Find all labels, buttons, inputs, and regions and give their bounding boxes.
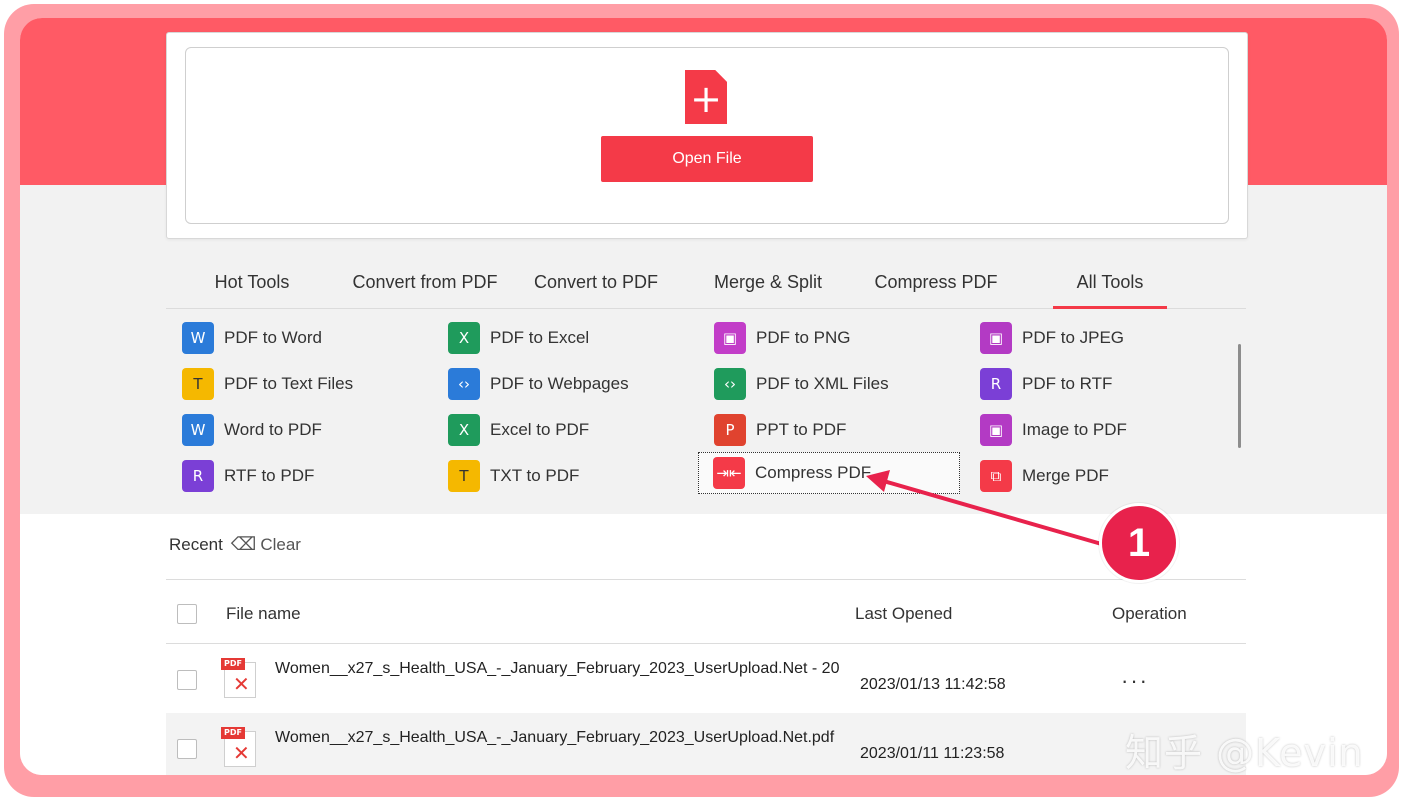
tool-txt-to-pdf[interactable]: T TXT to PDF: [448, 456, 579, 496]
select-all-checkbox[interactable]: [177, 604, 197, 624]
drop-zone[interactable]: + Open File: [185, 47, 1229, 224]
tools-scrollbar[interactable]: [1238, 344, 1241, 448]
tool-label: PDF to PNG: [756, 328, 851, 347]
clear-label: Clear: [260, 534, 301, 554]
png-icon: ▣: [714, 322, 746, 354]
tool-pdf-to-rtf[interactable]: R PDF to RTF: [980, 364, 1112, 404]
ppt-icon: P: [714, 414, 746, 446]
jpeg-icon: ▣: [980, 322, 1012, 354]
recent-label: Recent: [169, 534, 223, 554]
text-icon: T: [448, 460, 480, 492]
tool-label: PDF to JPEG: [1022, 328, 1125, 347]
open-file-button[interactable]: Open File: [601, 136, 813, 182]
tool-label: Merge PDF: [1022, 466, 1109, 485]
word-icon: W: [182, 414, 214, 446]
tool-word-to-pdf[interactable]: W Word to PDF: [182, 410, 322, 450]
tool-label: Image to PDF: [1022, 420, 1127, 439]
divider: [166, 643, 1246, 644]
pdf-file-icon: PDF ✕: [221, 727, 256, 767]
tool-compress-pdf[interactable]: ⇥⇤ Compress PDF: [698, 452, 960, 494]
tab-compress-pdf[interactable]: Compress PDF: [866, 256, 1006, 308]
tool-label: Compress PDF: [755, 463, 872, 482]
tool-merge-pdf[interactable]: ⧉ Merge PDF: [980, 456, 1109, 496]
tab-convert-from-pdf[interactable]: Convert from PDF: [342, 256, 508, 308]
row-checkbox[interactable]: [177, 739, 197, 759]
column-operation: Operation: [1112, 604, 1187, 623]
step-number-badge: 1: [1099, 503, 1179, 583]
tool-pdf-to-xml[interactable]: ‹› PDF to XML Files: [714, 364, 889, 404]
add-file-icon[interactable]: +: [685, 70, 727, 124]
rtf-icon: R: [182, 460, 214, 492]
tool-pdf-to-webpages[interactable]: ‹› PDF to Webpages: [448, 364, 629, 404]
tool-pdf-to-word[interactable]: W PDF to Word: [182, 318, 322, 358]
webpage-icon: ‹›: [448, 368, 480, 400]
more-options-button[interactable]: ···: [1121, 668, 1149, 694]
file-name[interactable]: Women__x27_s_Health_USA_-_January_Februa…: [275, 729, 845, 747]
text-icon: T: [182, 368, 214, 400]
last-opened: 2023/01/11 11:23:58: [860, 745, 1005, 762]
table-row[interactable]: PDF ✕ Women__x27_s_Health_USA_-_January_F…: [166, 713, 1246, 775]
tool-label: PDF to XML Files: [756, 374, 889, 393]
tool-tabs: Hot Tools Convert from PDF Convert to PD…: [166, 256, 1246, 309]
rtf-icon: R: [980, 368, 1012, 400]
tool-pdf-to-excel[interactable]: X PDF to Excel: [448, 318, 589, 358]
tool-label: RTF to PDF: [224, 466, 315, 485]
tool-image-to-pdf[interactable]: ▣ Image to PDF: [980, 410, 1127, 450]
clear-button[interactable]: ⌫ Clear: [231, 534, 301, 555]
tool-label: Word to PDF: [224, 420, 322, 439]
recent-header: Recent ⌫ Clear: [169, 534, 301, 555]
tool-rtf-to-pdf[interactable]: R RTF to PDF: [182, 456, 314, 496]
tool-pdf-to-png[interactable]: ▣ PDF to PNG: [714, 318, 850, 358]
row-checkbox[interactable]: [177, 670, 197, 690]
tool-label: TXT to PDF: [490, 466, 580, 485]
app-window: + Open File Hot Tools Convert from PDF C…: [20, 18, 1387, 775]
tool-pdf-to-jpeg[interactable]: ▣ PDF to JPEG: [980, 318, 1124, 358]
divider: [166, 579, 1246, 580]
tool-label: PDF to Word: [224, 328, 322, 347]
tool-label: PDF to Webpages: [490, 374, 629, 393]
tool-excel-to-pdf[interactable]: X Excel to PDF: [448, 410, 589, 450]
open-file-card: + Open File: [166, 32, 1248, 239]
tool-ppt-to-pdf[interactable]: P PPT to PDF: [714, 410, 846, 450]
tools-grid: W PDF to Word X PDF to Excel ▣ PDF to PNG ▣…: [166, 314, 1246, 504]
merge-icon: ⧉: [980, 460, 1012, 492]
image-icon: ▣: [980, 414, 1012, 446]
table-row[interactable]: PDF ✕ Women__x27_s_Health_USA_-_January_F…: [166, 650, 1246, 712]
broom-icon: ⌫: [230, 534, 257, 555]
xml-icon: ‹›: [714, 368, 746, 400]
tool-label: PDF to RTF: [1022, 374, 1113, 393]
file-name[interactable]: Women__x27_s_Health_USA_-_January_Februa…: [275, 660, 845, 678]
column-last-opened[interactable]: Last Opened: [855, 604, 952, 624]
watermark: 知乎 @Kevin: [1125, 731, 1364, 775]
last-opened: 2023/01/13 11:42:58: [860, 676, 1006, 693]
tool-label: PPT to PDF: [756, 420, 847, 439]
tool-pdf-to-text[interactable]: T PDF to Text Files: [182, 364, 353, 404]
tab-merge-split[interactable]: Merge & Split: [698, 256, 838, 308]
compress-icon: ⇥⇤: [713, 457, 745, 489]
excel-icon: X: [448, 414, 480, 446]
tool-label: Excel to PDF: [490, 420, 590, 439]
excel-icon: X: [448, 322, 480, 354]
tool-label: PDF to Excel: [490, 328, 590, 347]
tool-label: PDF to Text Files: [224, 374, 354, 393]
column-file-name[interactable]: File name: [226, 604, 301, 624]
word-icon: W: [182, 322, 214, 354]
pdf-file-icon: PDF ✕: [221, 658, 256, 698]
tab-hot-tools[interactable]: Hot Tools: [182, 256, 322, 308]
tab-all-tools[interactable]: All Tools: [1053, 256, 1167, 309]
tab-convert-to-pdf[interactable]: Convert to PDF: [522, 256, 670, 308]
